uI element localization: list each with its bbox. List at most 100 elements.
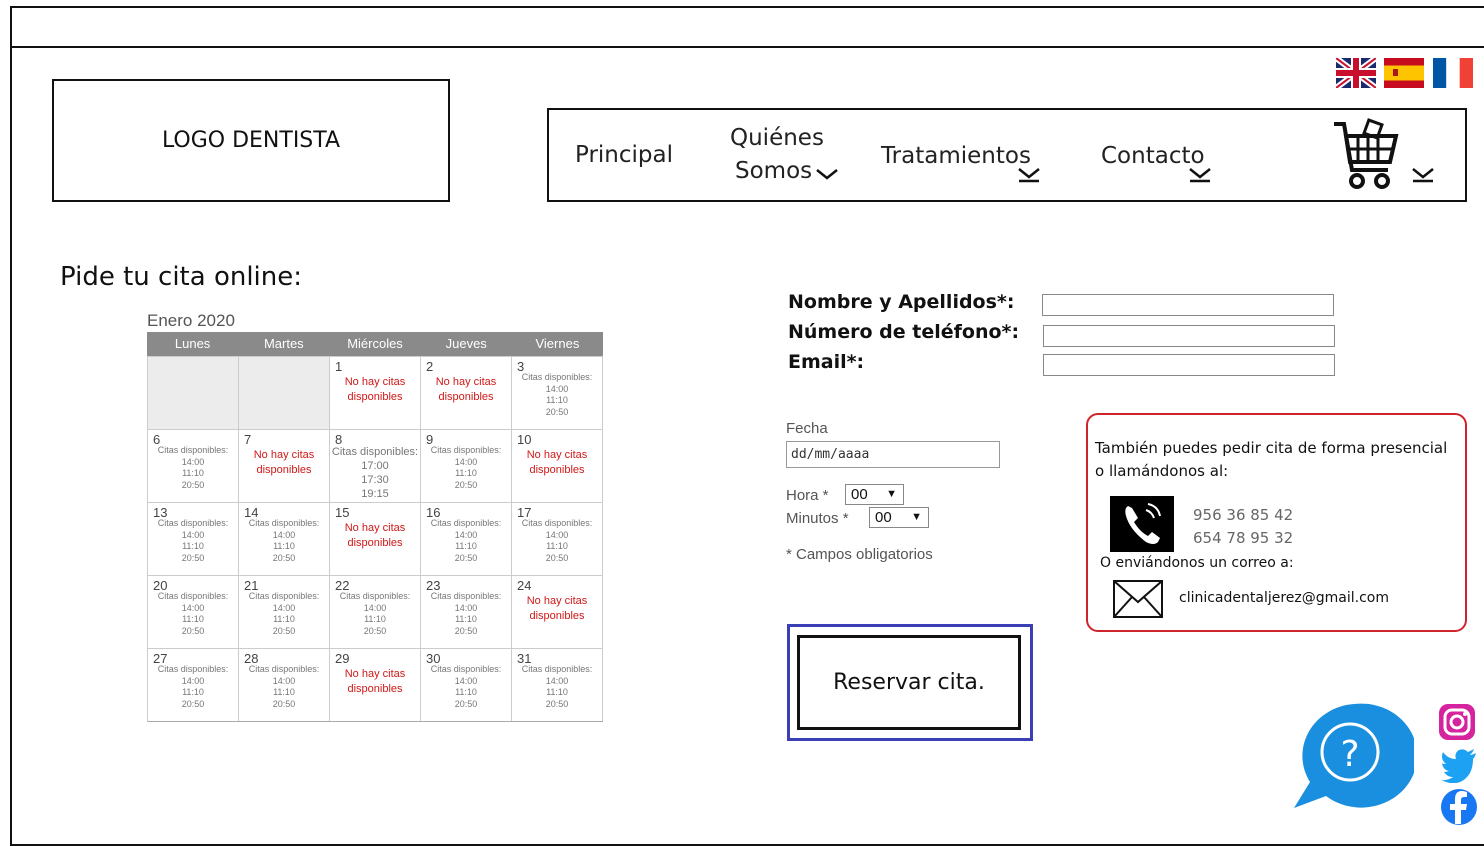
time-slot[interactable]: 20:50 [421, 626, 511, 638]
hora-select[interactable]: 00 ▼ [845, 484, 904, 505]
time-slot[interactable]: 17:00 [330, 459, 420, 473]
time-slot[interactable]: 14:00 [148, 457, 238, 469]
time-slot[interactable]: 11:10 [512, 395, 602, 407]
calendar-day-cell[interactable]: 13 Citas disponibles: 14:00 11:10 20:50 [148, 502, 239, 575]
minutos-select[interactable]: 00 ▼ [869, 507, 929, 528]
nav-principal[interactable]: Principal [575, 142, 673, 168]
time-slot[interactable]: 11:10 [148, 541, 238, 553]
time-slot[interactable]: 11:10 [421, 468, 511, 480]
calendar-day-cell[interactable]: 30 Citas disponibles: 14:00 11:10 20:50 [421, 648, 512, 721]
time-slot[interactable]: 14:00 [148, 603, 238, 615]
nav-tratamientos[interactable]: Tratamientos [881, 143, 1031, 169]
time-slot[interactable]: 17:30 [330, 473, 420, 487]
date-input[interactable]: dd/mm/aaaa [786, 441, 1000, 468]
calendar-day-cell[interactable]: 3 Citas disponibles: 14:00 11:10 20:50 [512, 356, 603, 429]
time-slot[interactable]: 11:10 [239, 687, 329, 699]
calendar-day-cell[interactable]: 20 Citas disponibles: 14:00 11:10 20:50 [148, 575, 239, 648]
calendar-day-cell[interactable]: 9 Citas disponibles: 14:00 11:10 20:50 [421, 429, 512, 502]
chevron-down-icon[interactable] [815, 168, 839, 180]
calendar-day-cell[interactable]: 17 Citas disponibles: 14:00 11:10 20:50 [512, 502, 603, 575]
time-slot[interactable]: 11:10 [148, 614, 238, 626]
calendar-day-cell[interactable]: 24 No hay citas disponibles [512, 575, 603, 648]
logo[interactable]: LOGO DENTISTA [52, 79, 450, 202]
time-slot[interactable]: 14:00 [330, 603, 420, 615]
calendar-day-cell[interactable]: 10 No hay citas disponibles [512, 429, 603, 502]
time-slot[interactable]: 11:10 [421, 541, 511, 553]
time-slot[interactable]: 20:50 [148, 480, 238, 492]
time-slot[interactable]: 14:00 [421, 530, 511, 542]
calendar-day-cell[interactable]: 6 Citas disponibles: 14:00 11:10 20:50 [148, 429, 239, 502]
time-slot[interactable]: 14:00 [512, 676, 602, 688]
calendar-day-cell[interactable]: 22 Citas disponibles: 14:00 11:10 20:50 [330, 575, 421, 648]
calendar-day-cell[interactable]: 15 No hay citas disponibles [330, 502, 421, 575]
nav-quienes-line1[interactable]: Quiénes [730, 125, 824, 151]
facebook-icon[interactable] [1440, 788, 1478, 826]
time-slot[interactable]: 20:50 [239, 699, 329, 711]
calendar-day-cell[interactable]: 23 Citas disponibles: 14:00 11:10 20:50 [421, 575, 512, 648]
time-slot[interactable]: 11:10 [421, 687, 511, 699]
time-slot[interactable]: 20:50 [512, 407, 602, 419]
time-slot[interactable]: 19:15 [330, 487, 420, 501]
time-slot[interactable]: 11:10 [512, 541, 602, 553]
flag-uk-icon[interactable] [1336, 58, 1376, 88]
time-slot[interactable]: 14:00 [239, 530, 329, 542]
phone-input[interactable] [1043, 325, 1335, 347]
calendar-day-cell[interactable]: 21 Citas disponibles: 14:00 11:10 20:50 [239, 575, 330, 648]
calendar-day-cell[interactable]: 1 No hay citas disponibles [330, 356, 421, 429]
time-slot[interactable]: 14:00 [421, 603, 511, 615]
time-slot[interactable]: 20:50 [148, 699, 238, 711]
calendar-day-cell[interactable]: 27 Citas disponibles: 14:00 11:10 20:50 [148, 648, 239, 721]
help-chat-icon[interactable]: ? [1292, 700, 1414, 810]
instagram-icon[interactable] [1438, 703, 1476, 741]
time-slot[interactable]: 20:50 [148, 553, 238, 565]
calendar-day-cell[interactable]: 16 Citas disponibles: 14:00 11:10 20:50 [421, 502, 512, 575]
chevron-down-icon[interactable] [1188, 165, 1212, 183]
contact-email[interactable]: clinicadentaljerez@gmail.com [1179, 590, 1389, 606]
time-slot[interactable]: 11:10 [330, 614, 420, 626]
name-input[interactable] [1042, 294, 1334, 316]
time-slot[interactable]: 14:00 [239, 676, 329, 688]
time-slot[interactable]: 14:00 [512, 384, 602, 396]
time-slot[interactable]: 11:10 [148, 687, 238, 699]
phone-number-1[interactable]: 956 36 85 42 [1193, 506, 1293, 524]
cart-icon[interactable] [1330, 118, 1400, 194]
time-slot[interactable]: 11:10 [239, 614, 329, 626]
twitter-icon[interactable] [1440, 745, 1478, 783]
time-slot[interactable]: 14:00 [148, 676, 238, 688]
flag-es-icon[interactable] [1384, 58, 1424, 88]
time-slot[interactable]: 20:50 [239, 626, 329, 638]
calendar-day-cell[interactable]: 29 No hay citas disponibles [330, 648, 421, 721]
calendar-day-cell[interactable]: 28 Citas disponibles: 14:00 11:10 20:50 [239, 648, 330, 721]
time-slot[interactable]: 20:50 [421, 699, 511, 711]
time-slot[interactable]: 14:00 [421, 676, 511, 688]
time-slot[interactable]: 11:10 [239, 541, 329, 553]
nav-quienes-line2[interactable]: Somos [735, 158, 812, 184]
time-slot[interactable]: 20:50 [512, 699, 602, 711]
time-slot[interactable]: 20:50 [512, 553, 602, 565]
time-slot[interactable]: 11:10 [421, 614, 511, 626]
time-slot[interactable]: 14:00 [148, 530, 238, 542]
calendar-day-cell[interactable]: 7 No hay citas disponibles [239, 429, 330, 502]
time-slot[interactable]: 20:50 [421, 480, 511, 492]
time-slot[interactable]: 11:10 [512, 687, 602, 699]
time-slot[interactable]: 20:50 [148, 626, 238, 638]
calendar-day-cell[interactable]: 14 Citas disponibles: 14:00 11:10 20:50 [239, 502, 330, 575]
phone-number-2[interactable]: 654 78 95 32 [1193, 529, 1293, 547]
no-slots-line: No hay citas [435, 376, 497, 388]
time-slot[interactable]: 11:10 [148, 468, 238, 480]
time-slot[interactable]: 14:00 [512, 530, 602, 542]
fecha-label: Fecha [786, 420, 828, 437]
time-slot[interactable]: 14:00 [239, 603, 329, 615]
reserve-button[interactable]: Reservar cita. [797, 635, 1021, 730]
chevron-down-icon[interactable] [1411, 165, 1435, 183]
chevron-down-icon[interactable] [1017, 165, 1041, 183]
calendar-day-cell[interactable]: 31 Citas disponibles: 14:00 11:10 20:50 [512, 648, 603, 721]
email-input[interactable] [1043, 354, 1335, 376]
time-slot[interactable]: 20:50 [330, 626, 420, 638]
flag-fr-icon[interactable] [1433, 58, 1473, 88]
calendar-day-cell[interactable]: 8 Citas disponibles: 17:00 17:30 19:15 [330, 429, 421, 502]
time-slot[interactable]: 20:50 [421, 553, 511, 565]
time-slot[interactable]: 20:50 [239, 553, 329, 565]
time-slot[interactable]: 14:00 [421, 457, 511, 469]
calendar-day-cell[interactable]: 2 No hay citas disponibles [421, 356, 512, 429]
